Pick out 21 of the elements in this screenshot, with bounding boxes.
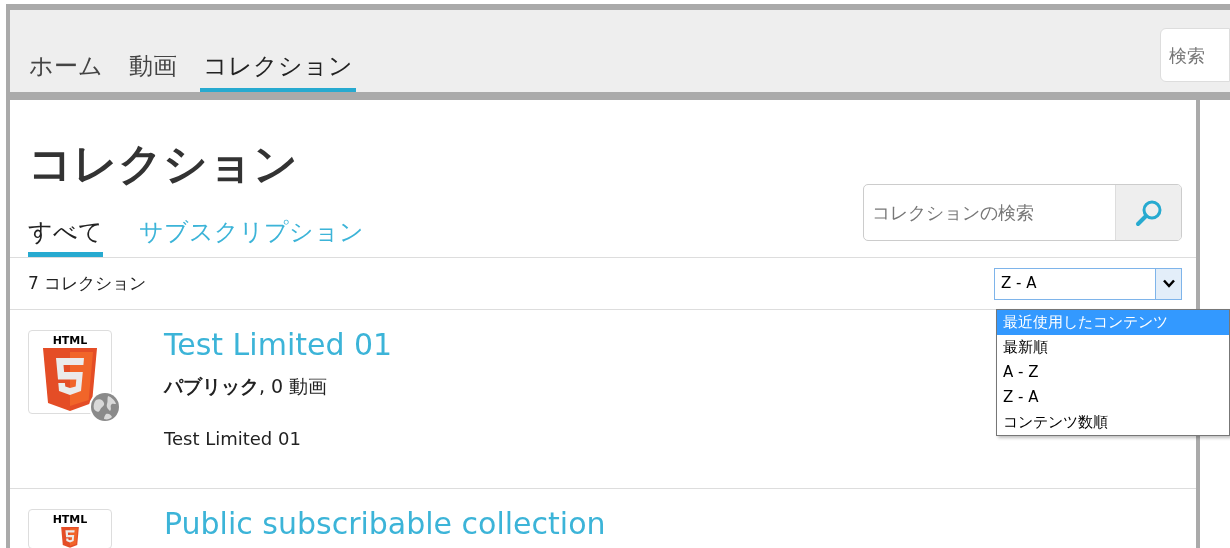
shield-icon bbox=[41, 348, 99, 412]
logo-label: HTML bbox=[52, 514, 88, 525]
nav-tab[interactable]: ホーム bbox=[26, 54, 106, 92]
sort-select[interactable]: Z - A bbox=[994, 267, 1182, 300]
search-field[interactable]: 検索 bbox=[1160, 28, 1230, 82]
filter-tab[interactable]: すべて bbox=[28, 220, 103, 257]
page-title: コレクション bbox=[28, 142, 299, 186]
logo-label: HTML bbox=[52, 335, 88, 346]
sort-option[interactable]: A - Z bbox=[997, 360, 1229, 385]
sort-option[interactable]: コンテンツ数順 bbox=[997, 410, 1229, 435]
collection-count: 7 コレクション bbox=[28, 271, 147, 295]
collection-search[interactable]: コレクションの検索 bbox=[863, 184, 1182, 241]
collection-meta: パブリック, 0 動画 bbox=[164, 374, 329, 399]
search-button[interactable] bbox=[1115, 185, 1181, 240]
nav-tab[interactable]: コレクション bbox=[200, 54, 356, 92]
collection-description: Test Limited 01 bbox=[164, 426, 302, 451]
chevron-icon bbox=[1162, 279, 1175, 288]
nav-tab[interactable]: 動画 bbox=[126, 54, 180, 92]
sort-option[interactable]: 最新順 bbox=[997, 335, 1229, 360]
sort-option[interactable]: Z - A bbox=[997, 385, 1229, 410]
search-input[interactable]: コレクションの検索 bbox=[864, 185, 1115, 240]
